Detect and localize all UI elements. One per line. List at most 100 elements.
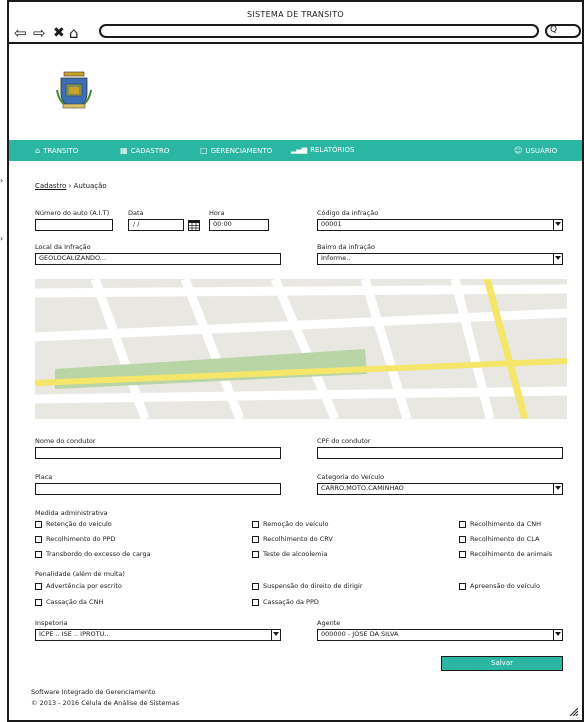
inspetoria-select[interactable]: ICPE .. ISE .. IPROTU.. <box>35 629 281 641</box>
checkbox-suspensao-direito[interactable]: Suspensão do direito de dirigir <box>252 582 363 590</box>
checkbox-label: Recolhimento do PPD <box>46 535 116 543</box>
checkbox-label: Transbordo do excesso de carga <box>46 550 151 558</box>
codigo-infracao-label: Código da infração <box>317 209 379 217</box>
nome-condutor-label: Nome do condutor <box>35 437 96 445</box>
checkbox-advertencia[interactable]: Advertência por escrito <box>35 582 122 590</box>
browser-search-box[interactable]: Q <box>545 24 581 38</box>
checkbox-box[interactable] <box>35 535 42 543</box>
checkbox-box[interactable] <box>252 598 259 606</box>
home-icon: ⌂ <box>35 146 41 155</box>
document-icon: ▦ <box>120 146 128 155</box>
close-icon[interactable]: ✖ <box>53 26 65 40</box>
checkbox-teste-alcoolemia[interactable]: Teste de alcoolemia <box>252 550 327 558</box>
hora-label: Hora <box>209 209 225 217</box>
checkbox-recolhimento-cnh[interactable]: Recolhimento da CNH <box>459 520 541 528</box>
agente-value: 000000 - JOSE DA SILVA <box>321 630 399 638</box>
checkbox-recolhimento-cla[interactable]: Recolhimento do CLA <box>459 535 539 543</box>
resize-handle-icon[interactable] <box>568 706 578 716</box>
menu-item-label: CADASTRO <box>130 146 170 155</box>
local-infracao-input[interactable]: GEOLOCALIZANDO... <box>35 253 281 265</box>
categoria-veiculo-label: Categoria do Veículo <box>317 473 385 481</box>
checkbox-box[interactable] <box>459 550 466 558</box>
menu-item-cadastro[interactable]: ▦ CADASTRO <box>120 146 169 155</box>
checkbox-label: Recolhimento do CLA <box>470 535 540 543</box>
checkbox-apreensao-veiculo[interactable]: Apreensão do veículo <box>459 582 540 590</box>
chevron-down-icon[interactable] <box>271 630 280 640</box>
checkbox-box[interactable] <box>252 520 259 528</box>
folder-icon: □ <box>200 146 208 155</box>
checkbox-cassacao-cnh[interactable]: Cassação da CNH <box>35 598 103 606</box>
cpf-condutor-input[interactable] <box>317 447 563 459</box>
placa-input[interactable] <box>35 483 281 495</box>
checkbox-box[interactable] <box>35 550 42 558</box>
checkbox-box[interactable] <box>252 550 259 558</box>
medida-administrativa-title: Medida administrativa <box>35 509 108 517</box>
bairro-infracao-select[interactable]: Informe.. <box>317 253 563 265</box>
cpf-condutor-label: CPF do condutor <box>317 437 371 445</box>
hora-input[interactable]: 00:00 <box>209 219 269 231</box>
menu-item-usuario[interactable]: ☺ USUÁRIO <box>514 146 557 155</box>
home-icon[interactable]: ⌂ <box>69 26 79 41</box>
save-button[interactable]: Salvar <box>441 656 563 671</box>
page-header <box>9 44 582 140</box>
checkbox-label: Recolhimento de animais <box>470 550 553 558</box>
checkbox-label: Advertência por escrito <box>46 582 122 590</box>
categoria-veiculo-select[interactable]: CARRO,MOTO,CAMINHAO <box>317 483 563 495</box>
bairro-infracao-value: Informe.. <box>321 254 351 262</box>
checkbox-cassacao-ppd[interactable]: Cassação da PPD <box>252 598 319 606</box>
codigo-infracao-value: 00001 <box>321 220 342 228</box>
inspetoria-label: Inspetoria <box>35 619 68 627</box>
checkbox-box[interactable] <box>252 535 259 543</box>
numero-auto-input[interactable] <box>35 219 113 231</box>
agente-select[interactable]: 000000 - JOSE DA SILVA <box>317 629 563 641</box>
checkbox-recolhimento-ppd[interactable]: Recolhimento do PPD <box>35 535 116 543</box>
breadcrumb-separator: › <box>68 182 72 190</box>
map-view[interactable] <box>35 279 567 419</box>
back-arrow-icon[interactable]: ⇦ <box>14 26 27 41</box>
placa-label: Placa <box>35 473 53 481</box>
checkbox-label: Recolhimento do CRV <box>263 535 333 543</box>
checkbox-box[interactable] <box>252 582 259 590</box>
data-label: Data <box>128 209 144 217</box>
checkbox-box[interactable] <box>35 520 42 528</box>
checkbox-box[interactable] <box>459 520 466 528</box>
codigo-infracao-select[interactable]: 00001 <box>317 219 563 231</box>
menu-item-relatorios[interactable]: ▂▄▆ RELATÓRIOS <box>291 146 354 154</box>
nome-condutor-input[interactable] <box>35 447 281 459</box>
checkbox-retencao-veiculo[interactable]: Retenção do veículo <box>35 520 112 528</box>
search-icon: Q <box>550 25 558 35</box>
checkbox-label: Suspensão do direito de dirigir <box>263 582 363 590</box>
scroll-indicator-mark: › <box>0 234 4 243</box>
checkbox-label: Retenção do veículo <box>46 520 112 528</box>
checkbox-box[interactable] <box>35 582 42 590</box>
data-input[interactable]: / / <box>128 219 184 231</box>
checkbox-recolhimento-animais[interactable]: Recolhimento de animais <box>459 550 552 558</box>
penalidade-title: Penalidade (além de multa) <box>35 570 125 578</box>
footer-software-name: Software Integrado de Gerenciamento <box>31 688 156 696</box>
chevron-down-icon[interactable] <box>553 484 562 494</box>
coat-of-arms-logo <box>56 71 92 109</box>
calendar-icon[interactable] <box>188 219 200 231</box>
checkbox-label: Remoção do veículo <box>263 520 329 528</box>
address-bar[interactable] <box>99 24 539 38</box>
checkbox-transbordo-carga[interactable]: Transbordo do excesso de carga <box>35 550 151 558</box>
chevron-down-icon[interactable] <box>553 630 562 640</box>
scroll-indicator-mark: › <box>0 176 4 185</box>
chevron-down-icon[interactable] <box>553 220 562 230</box>
chevron-down-icon[interactable] <box>553 254 562 264</box>
breadcrumb: Cadastro › Autuação <box>35 182 107 190</box>
checkbox-recolhimento-crv[interactable]: Recolhimento do CRV <box>252 535 333 543</box>
forward-arrow-icon[interactable]: ⇨ <box>33 26 46 41</box>
browser-titlebar: SISTEMA DE TRANSITO ⇦ ⇨ ✖ ⌂ Q <box>9 2 582 44</box>
breadcrumb-link-cadastro[interactable]: Cadastro <box>35 182 66 190</box>
numero-auto-label: Número do auto (A.I.T) <box>35 209 110 217</box>
browser-window: SISTEMA DE TRANSITO ⇦ ⇨ ✖ ⌂ Q ⌂ TRANSITO… <box>7 0 584 722</box>
checkbox-box[interactable] <box>459 582 466 590</box>
checkbox-label: Cassação da PPD <box>263 598 319 606</box>
agente-label: Agente <box>317 619 341 627</box>
checkbox-box[interactable] <box>459 535 466 543</box>
checkbox-remocao-veiculo[interactable]: Remoção do veículo <box>252 520 328 528</box>
checkbox-box[interactable] <box>35 598 42 606</box>
menu-item-gerenciamento[interactable]: □ GERENCIAMENTO <box>200 146 272 155</box>
menu-item-transito[interactable]: ⌂ TRANSITO <box>35 146 78 155</box>
